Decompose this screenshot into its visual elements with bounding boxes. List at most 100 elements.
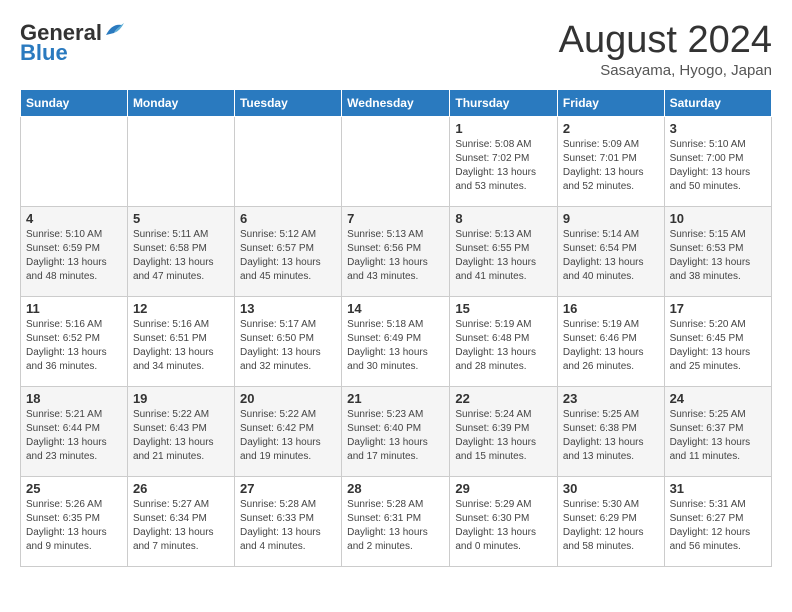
day-info: Sunrise: 5:24 AM Sunset: 6:39 PM Dayligh… xyxy=(455,408,552,464)
weekday-header-row: Sunday Monday Tuesday Wednesday Thursday… xyxy=(21,89,772,116)
day-info: Sunrise: 5:16 AM Sunset: 6:52 PM Dayligh… xyxy=(26,318,122,374)
day-info: Sunrise: 5:09 AM Sunset: 7:01 PM Dayligh… xyxy=(563,138,659,194)
table-row: 21Sunrise: 5:23 AM Sunset: 6:40 PM Dayli… xyxy=(342,386,450,476)
calendar-week-row: 1Sunrise: 5:08 AM Sunset: 7:02 PM Daylig… xyxy=(21,116,772,206)
day-info: Sunrise: 5:16 AM Sunset: 6:51 PM Dayligh… xyxy=(133,318,229,374)
day-info: Sunrise: 5:10 AM Sunset: 6:59 PM Dayligh… xyxy=(26,228,122,284)
day-info: Sunrise: 5:23 AM Sunset: 6:40 PM Dayligh… xyxy=(347,408,444,464)
day-number: 30 xyxy=(563,481,659,496)
day-number: 13 xyxy=(240,301,336,316)
day-number: 31 xyxy=(670,481,766,496)
table-row xyxy=(127,116,234,206)
table-row: 29 Sunrise: 5:29 AM Sunset: 6:30 PM Dayli… xyxy=(450,476,558,566)
table-row: 7Sunrise: 5:13 AM Sunset: 6:56 PM Daylig… xyxy=(342,206,450,296)
table-row: 13 Sunrise: 5:17 AM Sunset: 6:50 PM Dayli… xyxy=(234,296,341,386)
day-info: Sunrise: 5:30 AM Sunset: 6:29 PM Dayligh… xyxy=(563,498,659,554)
day-number: 3 xyxy=(670,121,766,136)
logo-bird-icon xyxy=(104,21,126,37)
day-number: 25 xyxy=(26,481,122,496)
day-info: Sunrise: 5:12 AM Sunset: 6:57 PM Dayligh… xyxy=(240,228,336,284)
table-row: 27 Sunrise: 5:28 AM Sunset: 6:33 PM Dayli… xyxy=(234,476,341,566)
day-number: 27 xyxy=(240,481,336,496)
table-row: 28 Sunrise: 5:28 AM Sunset: 6:31 PM Dayli… xyxy=(342,476,450,566)
table-row: 6 Sunrise: 5:12 AM Sunset: 6:57 PM Daylig… xyxy=(234,206,341,296)
table-row xyxy=(234,116,341,206)
day-info: Sunrise: 5:18 AM Sunset: 6:49 PM Dayligh… xyxy=(347,318,444,374)
day-info: Sunrise: 5:29 AM Sunset: 6:30 PM Dayligh… xyxy=(455,498,552,554)
table-row: 3 Sunrise: 5:10 AM Sunset: 7:00 PM Daylig… xyxy=(664,116,771,206)
day-info: Sunrise: 5:13 AM Sunset: 6:56 PM Dayligh… xyxy=(347,228,444,284)
table-row: 9 Sunrise: 5:14 AM Sunset: 6:54 PM Daylig… xyxy=(557,206,664,296)
header-tuesday: Tuesday xyxy=(234,89,341,116)
day-number: 2 xyxy=(563,121,659,136)
month-year-title: August 2024 xyxy=(559,20,772,62)
day-info: Sunrise: 5:19 AM Sunset: 6:48 PM Dayligh… xyxy=(455,318,552,374)
calendar-table: Sunday Monday Tuesday Wednesday Thursday… xyxy=(20,89,772,567)
table-row: 12 Sunrise: 5:16 AM Sunset: 6:51 PM Dayli… xyxy=(127,296,234,386)
table-row: 31 Sunrise: 5:31 AM Sunset: 6:27 PM Dayli… xyxy=(664,476,771,566)
day-number: 23 xyxy=(563,391,659,406)
logo: General Blue xyxy=(20,20,126,66)
calendar-header: General Blue August 2024 Sasayama, Hyogo… xyxy=(20,20,772,79)
day-number: 20 xyxy=(240,391,336,406)
day-info: Sunrise: 5:19 AM Sunset: 6:46 PM Dayligh… xyxy=(563,318,659,374)
day-number: 28 xyxy=(347,481,444,496)
day-number: 5 xyxy=(133,211,229,226)
header-monday: Monday xyxy=(127,89,234,116)
calendar-week-row: 11 Sunrise: 5:16 AM Sunset: 6:52 PM Dayli… xyxy=(21,296,772,386)
day-number: 11 xyxy=(26,301,122,316)
day-number: 24 xyxy=(670,391,766,406)
table-row: 8 Sunrise: 5:13 AM Sunset: 6:55 PM Daylig… xyxy=(450,206,558,296)
day-info: Sunrise: 5:26 AM Sunset: 6:35 PM Dayligh… xyxy=(26,498,122,554)
table-row: 11 Sunrise: 5:16 AM Sunset: 6:52 PM Dayli… xyxy=(21,296,128,386)
table-row: 5 Sunrise: 5:11 AM Sunset: 6:58 PM Daylig… xyxy=(127,206,234,296)
header-saturday: Saturday xyxy=(664,89,771,116)
day-number: 22 xyxy=(455,391,552,406)
header-friday: Friday xyxy=(557,89,664,116)
table-row: 26 Sunrise: 5:27 AM Sunset: 6:34 PM Dayli… xyxy=(127,476,234,566)
day-info: Sunrise: 5:31 AM Sunset: 6:27 PM Dayligh… xyxy=(670,498,766,554)
day-number: 29 xyxy=(455,481,552,496)
calendar-week-row: 4 Sunrise: 5:10 AM Sunset: 6:59 PM Daylig… xyxy=(21,206,772,296)
day-info: Sunrise: 5:13 AM Sunset: 6:55 PM Dayligh… xyxy=(455,228,552,284)
day-info: Sunrise: 5:28 AM Sunset: 6:33 PM Dayligh… xyxy=(240,498,336,554)
calendar-week-row: 25 Sunrise: 5:26 AM Sunset: 6:35 PM Dayli… xyxy=(21,476,772,566)
title-block: August 2024 Sasayama, Hyogo, Japan xyxy=(559,20,772,79)
day-info: Sunrise: 5:14 AM Sunset: 6:54 PM Dayligh… xyxy=(563,228,659,284)
table-row: 16 Sunrise: 5:19 AM Sunset: 6:46 PM Dayli… xyxy=(557,296,664,386)
table-row: 25 Sunrise: 5:26 AM Sunset: 6:35 PM Dayli… xyxy=(21,476,128,566)
header-wednesday: Wednesday xyxy=(342,89,450,116)
day-info: Sunrise: 5:15 AM Sunset: 6:53 PM Dayligh… xyxy=(670,228,766,284)
day-number: 12 xyxy=(133,301,229,316)
day-number: 16 xyxy=(563,301,659,316)
day-info: Sunrise: 5:28 AM Sunset: 6:31 PM Dayligh… xyxy=(347,498,444,554)
table-row: 24 Sunrise: 5:25 AM Sunset: 6:37 PM Dayli… xyxy=(664,386,771,476)
day-info: Sunrise: 5:25 AM Sunset: 6:38 PM Dayligh… xyxy=(563,408,659,464)
day-info: Sunrise: 5:25 AM Sunset: 6:37 PM Dayligh… xyxy=(670,408,766,464)
day-info: Sunrise: 5:08 AM Sunset: 7:02 PM Dayligh… xyxy=(455,138,552,194)
table-row: 22 Sunrise: 5:24 AM Sunset: 6:39 PM Dayli… xyxy=(450,386,558,476)
day-info: Sunrise: 5:22 AM Sunset: 6:43 PM Dayligh… xyxy=(133,408,229,464)
day-info: Sunrise: 5:17 AM Sunset: 6:50 PM Dayligh… xyxy=(240,318,336,374)
header-thursday: Thursday xyxy=(450,89,558,116)
day-number: 6 xyxy=(240,211,336,226)
location-subtitle: Sasayama, Hyogo, Japan xyxy=(559,62,772,79)
day-number: 14 xyxy=(347,301,444,316)
day-number: 4 xyxy=(26,211,122,226)
day-number: 26 xyxy=(133,481,229,496)
table-row: 18 Sunrise: 5:21 AM Sunset: 6:44 PM Dayli… xyxy=(21,386,128,476)
table-row: 17Sunrise: 5:20 AM Sunset: 6:45 PM Dayli… xyxy=(664,296,771,386)
day-info: Sunrise: 5:11 AM Sunset: 6:58 PM Dayligh… xyxy=(133,228,229,284)
day-info: Sunrise: 5:10 AM Sunset: 7:00 PM Dayligh… xyxy=(670,138,766,194)
day-info: Sunrise: 5:27 AM Sunset: 6:34 PM Dayligh… xyxy=(133,498,229,554)
day-number: 8 xyxy=(455,211,552,226)
day-number: 9 xyxy=(563,211,659,226)
logo-blue: Blue xyxy=(20,40,68,66)
table-row: 20Sunrise: 5:22 AM Sunset: 6:42 PM Dayli… xyxy=(234,386,341,476)
day-number: 18 xyxy=(26,391,122,406)
table-row xyxy=(21,116,128,206)
day-number: 10 xyxy=(670,211,766,226)
table-row: 1Sunrise: 5:08 AM Sunset: 7:02 PM Daylig… xyxy=(450,116,558,206)
day-info: Sunrise: 5:21 AM Sunset: 6:44 PM Dayligh… xyxy=(26,408,122,464)
day-number: 17 xyxy=(670,301,766,316)
